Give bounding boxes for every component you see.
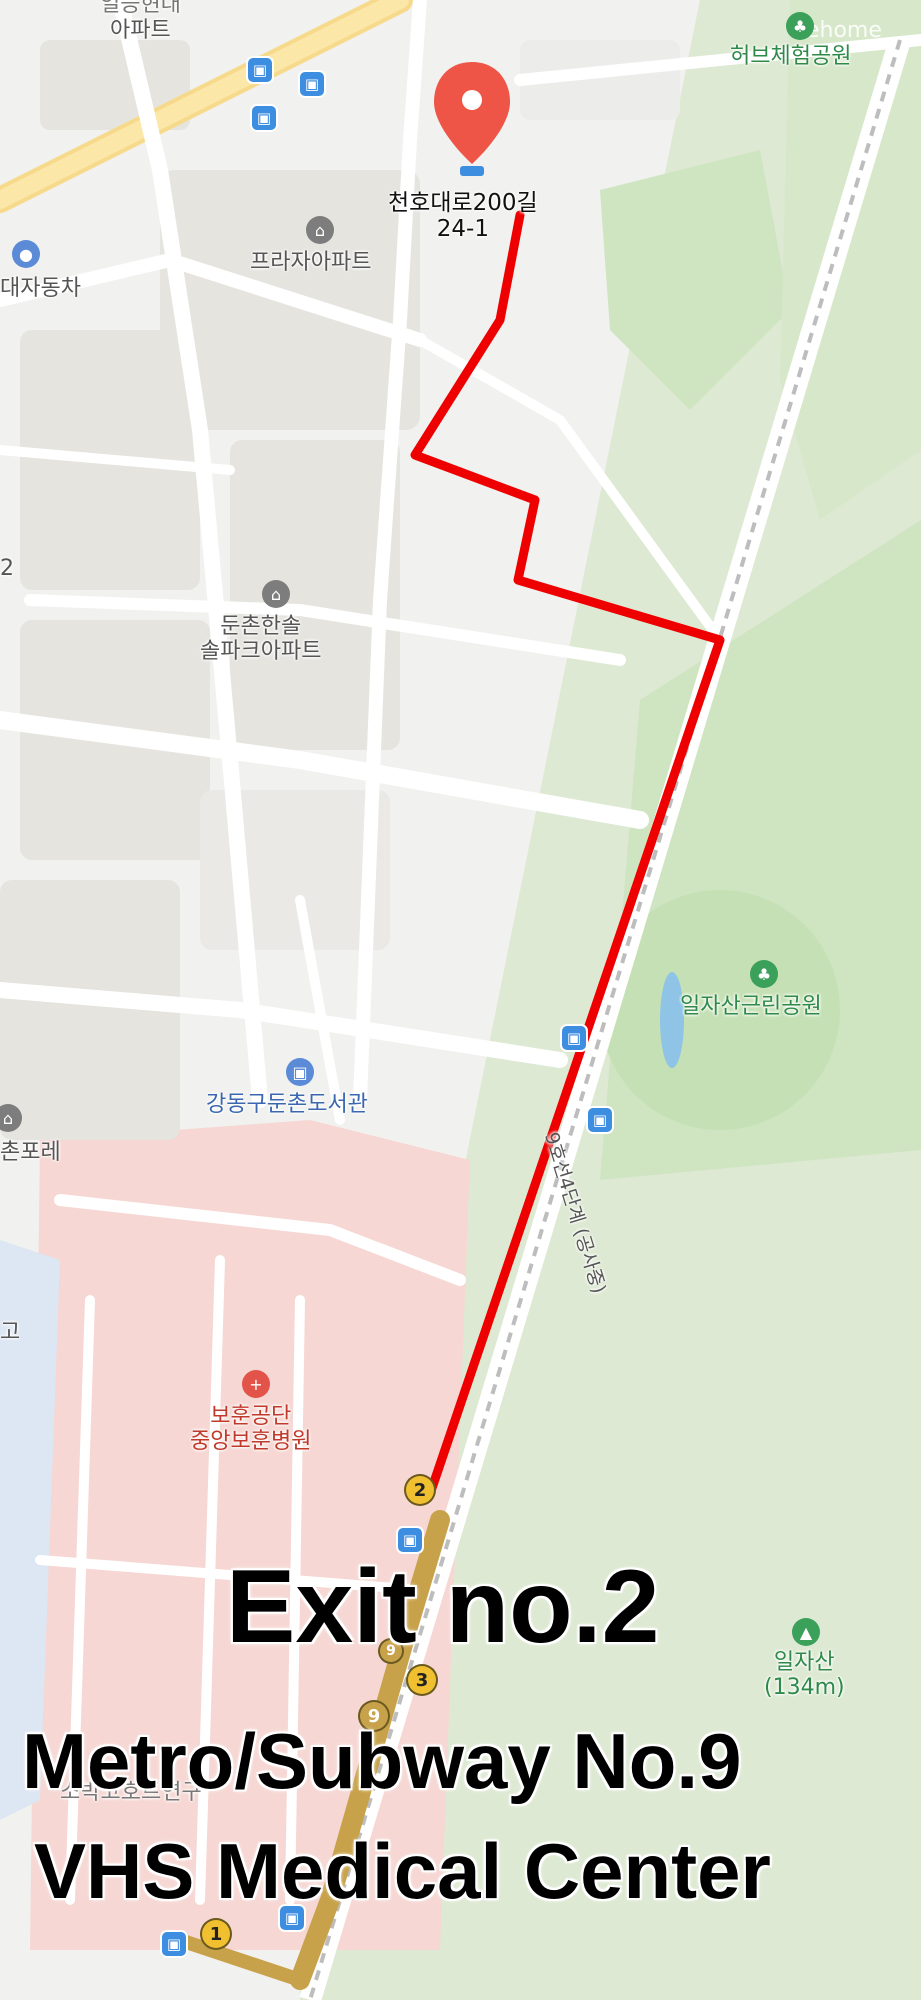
park-icon: ♣	[750, 960, 778, 988]
bus-stop-icon[interactable]: ▣	[588, 1108, 612, 1132]
place-label-car-dealer: 대자동차	[0, 276, 81, 301]
metro-exit-2-marker[interactable]: 2	[406, 1476, 434, 1504]
place-label-dunchon-apartment: 둔촌한솔 솔파크아파트	[200, 614, 321, 665]
bus-stop-icon[interactable]: ▣	[252, 106, 276, 130]
place-label-iljasan-name: 일자산	[773, 1650, 835, 1675]
place-label-iljasan: 일자산 (134m)	[764, 1650, 845, 1701]
caption-metro-line: Metro/Subway No.9	[22, 1717, 742, 1805]
metro-exit-1-marker[interactable]: 1	[202, 1920, 230, 1948]
place-label-edge-school: 고	[0, 1320, 21, 1345]
bus-stop-icon[interactable]: ▣	[562, 1026, 586, 1050]
place-label-hospital-line1: 보훈공단	[210, 1404, 292, 1429]
caption-station-name: VHS Medical Center	[34, 1827, 771, 1915]
mountain-icon: ▲	[792, 1618, 820, 1646]
apartment-icon: ⌂	[306, 216, 334, 244]
park-icon: ♣	[786, 12, 814, 40]
place-label-iljasan-park: 일자산근린공원	[680, 994, 822, 1019]
library-icon: ▣	[286, 1058, 314, 1086]
destination-address-line2: 24-1	[436, 216, 489, 243]
apartment-icon: ⌂	[262, 580, 290, 608]
place-label-plaza-apartment: 프라자아파트	[250, 250, 372, 275]
car-dealer-icon: ●	[12, 240, 40, 268]
place-label-apartment: 아파트	[110, 18, 171, 43]
place-label-chonpore: 촌포레	[0, 1140, 61, 1165]
bus-stop-icon[interactable]: ▣	[248, 58, 272, 82]
place-label-edge-number: 2	[0, 556, 14, 581]
map-canvas[interactable]: wehome 천호대로200길 24-1 일등현대 아파트 ♣ 허브체험공원 ⌂…	[0, 0, 921, 2000]
place-label-dunchon-line1: 둔촌한솔	[220, 614, 302, 639]
bus-stop-icon[interactable]: ▣	[300, 72, 324, 96]
metro-exit-3-marker[interactable]: 3	[408, 1666, 436, 1694]
destination-address-line1: 천호대로200길	[388, 190, 538, 216]
bus-stop-icon[interactable]: ▣	[162, 1932, 186, 1956]
place-label-apartment-partial: 일등현대	[100, 0, 181, 17]
hospital-icon: +	[242, 1370, 270, 1398]
caption-exit-number: Exit no.2	[226, 1549, 660, 1665]
place-label-iljasan-height: (134m)	[764, 1675, 845, 1701]
place-label-hub-park: 허브체험공원	[730, 44, 852, 69]
destination-pin-icon[interactable]	[428, 60, 516, 180]
place-label-hospital-line2: 중앙보훈병원	[190, 1429, 312, 1455]
destination-address: 천호대로200길 24-1	[388, 190, 538, 243]
place-label-dunchon-line2: 솔파크아파트	[200, 639, 322, 665]
place-label-hospital: 보훈공단 중앙보훈병원	[190, 1404, 311, 1455]
place-label-library: 강동구둔촌도서관	[206, 1092, 368, 1117]
